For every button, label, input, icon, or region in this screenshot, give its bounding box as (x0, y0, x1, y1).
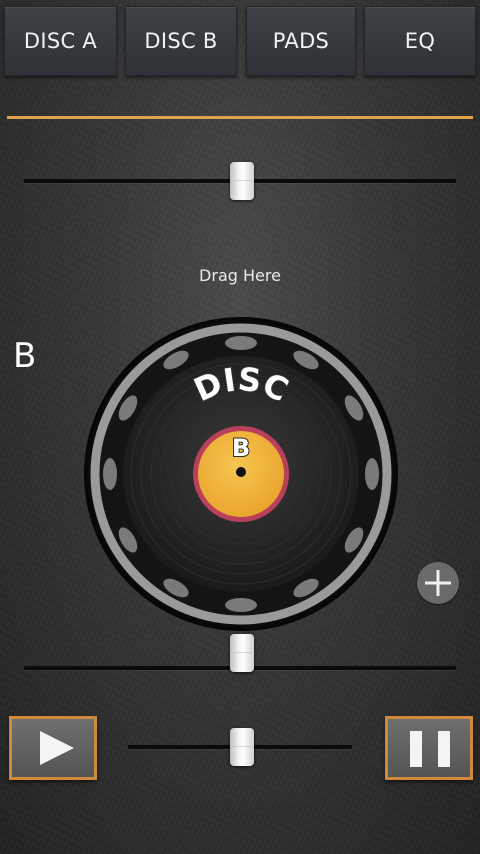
turntable-disc[interactable]: B DISC (83, 316, 399, 632)
play-icon (40, 731, 74, 765)
deck-letter: B (13, 336, 37, 376)
drag-hint: Drag Here (199, 266, 281, 285)
bottom-slider-knob[interactable] (230, 634, 254, 672)
pause-button[interactable] (385, 716, 473, 780)
top-slider-knob[interactable] (230, 162, 254, 200)
add-button[interactable] (417, 562, 459, 604)
disc-label-letter: B (232, 434, 250, 462)
transport-slider-knob[interactable] (230, 728, 254, 766)
tab-eq[interactable]: EQ (364, 6, 476, 76)
selected-tab-indicator (7, 116, 473, 119)
tab-pads[interactable]: PADS (246, 6, 356, 76)
pause-icon (410, 731, 450, 767)
tab-disc-a[interactable]: DISC A (4, 6, 117, 76)
tab-bar: DISC A DISC B PADS EQ (0, 0, 480, 78)
play-button[interactable] (9, 716, 97, 780)
tab-disc-b[interactable]: DISC B (125, 6, 237, 76)
